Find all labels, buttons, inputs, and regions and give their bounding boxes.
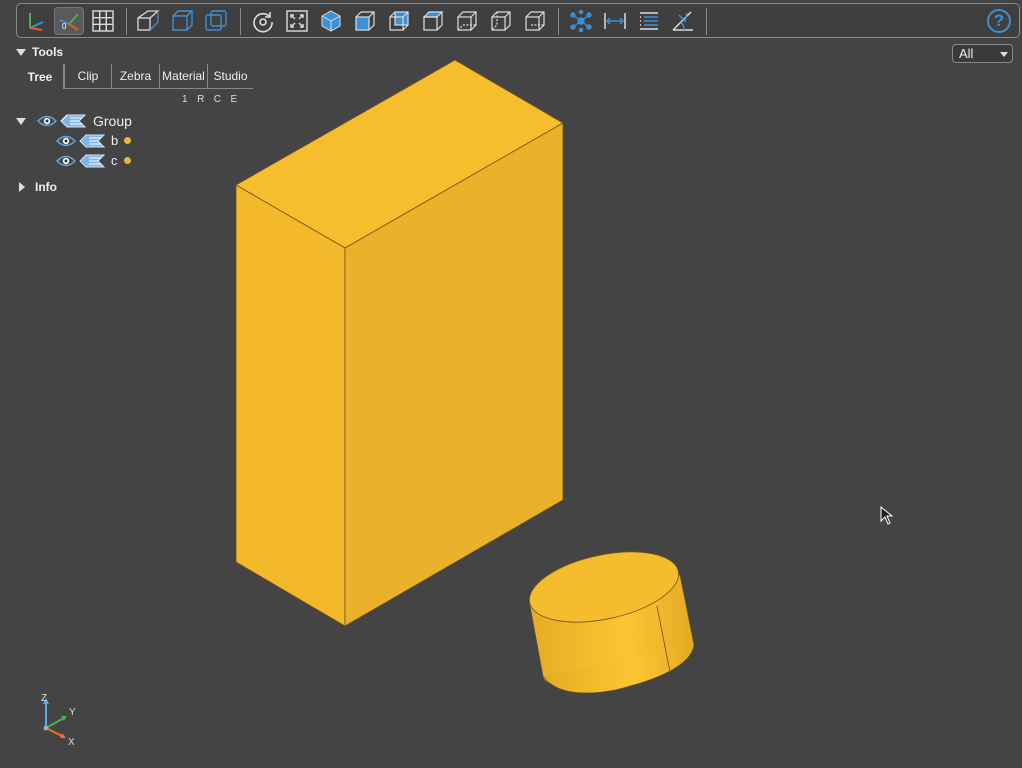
svg-text:0: 0	[62, 22, 67, 31]
tools-tabs: Tree Clip Zebra Material Studio	[17, 64, 253, 89]
axes-origin-toggle-icon: 0	[59, 13, 79, 31]
transparent-toggle-icon	[205, 10, 227, 31]
view-iso-button[interactable]	[316, 7, 346, 35]
zoom-fit-icon	[286, 10, 308, 32]
tree-node-b[interactable]: b	[56, 133, 132, 148]
tab-material[interactable]: Material	[159, 64, 207, 89]
explode-button[interactable]	[566, 7, 596, 35]
view-iso-icon	[321, 10, 341, 32]
view-filter-value: All	[959, 46, 974, 61]
tree-node-label: Group	[93, 113, 132, 129]
view-top-button[interactable]	[418, 7, 448, 35]
tab-tree-label: Tree	[27, 69, 53, 84]
expand-triangle-icon	[19, 182, 25, 192]
perspective-camera-button[interactable]	[133, 7, 163, 35]
view-right-icon	[525, 11, 545, 31]
axes-toggle-icon	[29, 13, 44, 31]
transparent-toggle-button[interactable]	[201, 7, 231, 35]
axis-x-label: X	[68, 737, 75, 748]
properties-icon	[640, 12, 658, 30]
orientation-axes-widget: Z Y X	[36, 690, 86, 750]
column-header[interactable]: 1	[182, 94, 188, 105]
tab-studio-label: Studio	[213, 69, 248, 83]
expand-triangle-icon[interactable]	[16, 117, 26, 125]
ortho-camera-icon	[172, 10, 193, 31]
view-bottom-icon	[457, 11, 477, 31]
3d-viewport[interactable]	[0, 0, 1022, 768]
toolbar-separator	[126, 8, 127, 35]
tab-clip[interactable]: Clip	[64, 64, 111, 89]
visibility-eye-icon[interactable]	[56, 154, 76, 168]
tab-zebra[interactable]: Zebra	[111, 64, 159, 89]
tools-section-header[interactable]: Tools	[16, 45, 63, 59]
tree-node-c[interactable]: c	[56, 153, 131, 168]
properties-button[interactable]	[634, 7, 664, 35]
color-swatch	[124, 137, 132, 144]
measure-angle-button[interactable]	[668, 7, 698, 35]
shape-group-icon[interactable]	[60, 114, 86, 128]
info-section-header[interactable]: Info	[19, 180, 57, 194]
toolbar-separator	[558, 8, 559, 35]
help-button[interactable]: ?	[987, 9, 1011, 33]
view-right-button[interactable]	[520, 7, 550, 35]
tree-column-headers: 1 R C E	[182, 94, 238, 105]
column-header[interactable]: C	[214, 94, 222, 105]
measure-angle-icon	[672, 11, 693, 31]
collapse-triangle-icon	[16, 48, 26, 56]
tools-section-label: Tools	[32, 45, 64, 59]
axis-y-label: Y	[69, 707, 76, 718]
axes-origin-toggle-button[interactable]: 0	[54, 7, 84, 35]
main-toolbar: 0 ?	[16, 3, 1020, 38]
measure-distance-icon	[604, 13, 626, 29]
help-icon: ?	[993, 11, 1005, 30]
visibility-eye-icon[interactable]	[56, 134, 76, 148]
axes-toggle-button[interactable]	[20, 7, 50, 35]
reset-view-icon	[253, 12, 273, 33]
tree-node-group[interactable]: Group	[16, 113, 132, 129]
view-front-icon	[355, 11, 375, 31]
view-bottom-button[interactable]	[452, 7, 482, 35]
tab-studio[interactable]: Studio	[207, 64, 253, 89]
view-rear-button[interactable]	[384, 7, 414, 35]
box-left-face	[235, 184, 346, 627]
view-rear-icon	[389, 11, 409, 31]
shape-solid-icon[interactable]	[79, 134, 105, 148]
tree-node-label: b	[111, 133, 119, 148]
view-top-icon	[422, 11, 444, 31]
zoom-fit-button[interactable]	[282, 7, 312, 35]
color-swatch	[123, 157, 131, 164]
view-filter-select[interactable]: All	[952, 44, 1013, 63]
grid-toggle-icon	[92, 10, 114, 32]
view-front-button[interactable]	[350, 7, 380, 35]
grid-toggle-button[interactable]	[88, 7, 118, 35]
tab-tree[interactable]: Tree	[17, 64, 64, 89]
chevron-down-icon	[1000, 52, 1008, 57]
tab-clip-label: Clip	[77, 69, 99, 83]
tab-zebra-label: Zebra	[119, 69, 152, 83]
axis-z-label: Z	[41, 693, 48, 704]
toolbar-separator	[706, 8, 707, 35]
shape-solid-icon[interactable]	[79, 154, 105, 168]
info-section-label: Info	[35, 180, 57, 194]
visibility-eye-icon[interactable]	[37, 114, 57, 128]
perspective-camera-icon	[137, 10, 160, 31]
view-left-icon	[491, 11, 511, 31]
tab-material-label: Material	[162, 69, 205, 83]
view-left-button[interactable]	[486, 7, 516, 35]
column-header[interactable]: E	[231, 94, 238, 105]
box-shape-b[interactable]	[235, 59, 564, 627]
tree-node-label: c	[111, 153, 118, 168]
ortho-camera-button[interactable]	[167, 7, 197, 35]
measure-distance-button[interactable]	[600, 7, 630, 35]
cylinder-shape-c[interactable]	[523, 540, 695, 694]
mouse-cursor-icon	[880, 506, 894, 525]
explode-icon	[570, 9, 592, 33]
reset-view-button[interactable]	[248, 7, 278, 35]
toolbar-separator	[240, 8, 241, 35]
cad-viewer-app: 0 ? All Tools Tree Clip Zebra Material S…	[0, 0, 1022, 768]
column-header[interactable]: R	[197, 94, 205, 105]
